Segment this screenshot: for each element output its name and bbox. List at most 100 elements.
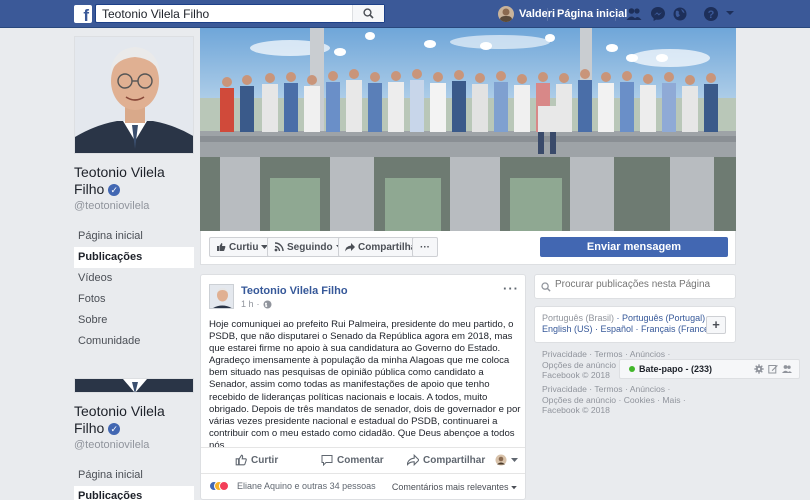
footer-line[interactable]: Opções de anúncio · Cookies · Mais · <box>542 395 742 406</box>
friend-requests-icon[interactable] <box>626 6 642 22</box>
verified-badge-icon: ✓ <box>108 184 121 197</box>
chevron-down-icon <box>511 457 518 462</box>
profile-picture[interactable] <box>74 378 194 393</box>
liked-label: Curtiu <box>229 241 259 253</box>
globe-icon <box>263 300 272 308</box>
post-author-avatar[interactable] <box>209 284 234 309</box>
nav-item-photos[interactable]: Fotos <box>74 289 194 310</box>
chat-bar[interactable]: Bate-papo - (233) <box>619 359 800 379</box>
notifications-globe-icon[interactable] <box>672 6 688 22</box>
page-post-search-input[interactable] <box>555 279 730 290</box>
nav-item-community[interactable]: Comunidade <box>74 331 194 352</box>
comments-sort-dropdown[interactable]: Comentários mais relevantes <box>392 482 517 492</box>
page-handle[interactable]: @teotoniovilela <box>74 200 194 212</box>
chevron-down-icon <box>511 486 517 490</box>
online-status-icon <box>629 366 635 372</box>
post-timestamp[interactable]: 1 h <box>241 299 254 309</box>
compose-icon[interactable] <box>768 364 778 374</box>
page-name-line2: Filho <box>74 420 105 436</box>
page-name[interactable]: Teotonio Vilela Filho ✓ <box>74 403 194 437</box>
divider <box>547 8 548 21</box>
comment-bubble-icon <box>321 455 333 466</box>
language-option[interactable]: Español <box>601 324 634 334</box>
like-button[interactable]: Curtir <box>235 454 278 466</box>
like-label: Curtir <box>251 454 279 466</box>
page-name-line1: Teotonio Vilela <box>74 164 165 180</box>
post-card: Teotonio Vilela Filho 1 h · ··· Hoje com… <box>200 274 526 500</box>
post-as-selector[interactable] <box>495 454 518 466</box>
group-chat-icon[interactable] <box>782 364 792 374</box>
dot-separator: · <box>256 299 260 309</box>
more-label: ··· <box>420 241 430 253</box>
comment-label: Comentar <box>337 454 384 466</box>
top-navigation-bar: f Valderi Página inicial ? <box>0 0 810 28</box>
search-icon <box>541 282 551 292</box>
thumbs-up-icon <box>217 243 226 251</box>
svg-text:?: ? <box>708 9 715 21</box>
help-icon[interactable]: ? <box>703 6 719 22</box>
footer-links: Privacidade · Termos · Anúncios · Opções… <box>542 384 742 416</box>
gear-icon[interactable] <box>754 364 764 374</box>
verified-badge-icon: ✓ <box>108 423 121 436</box>
home-link[interactable]: Página inicial <box>557 8 627 20</box>
share-post-label: Compartilhar <box>423 454 486 466</box>
page-nav: Página inicial Publicações <box>74 465 194 500</box>
page-nav: Página inicial Publicações Vídeos Fotos … <box>74 226 194 352</box>
footer-line[interactable]: Privacidade · Termos · Anúncios · <box>542 384 742 395</box>
post-options-button[interactable]: ··· <box>503 281 519 296</box>
page-name-line2: Filho <box>74 181 105 197</box>
user-name: Valderi <box>519 8 556 20</box>
add-language-button[interactable]: + <box>706 316 726 334</box>
share-arrow-icon <box>345 243 355 252</box>
reaction-icons <box>209 481 229 491</box>
thumbs-up-icon <box>235 454 247 466</box>
global-search-input[interactable] <box>96 5 346 22</box>
global-search <box>95 4 385 23</box>
footer-copyright: Facebook © 2018 <box>542 405 610 415</box>
nav-item-about[interactable]: Sobre <box>74 310 194 331</box>
language-option[interactable]: Français (France) <box>641 324 712 334</box>
love-reaction-icon <box>219 481 229 491</box>
chat-online-count: (233) <box>691 364 713 374</box>
reactions-text: Eliane Aquino e outras 34 pessoas <box>237 481 376 491</box>
nav-item-home[interactable]: Página inicial <box>74 226 194 247</box>
divider <box>615 8 616 21</box>
footer-line[interactable]: Privacidade · Termos · Anúncios · <box>542 349 742 360</box>
share-arrow-icon <box>407 454 419 466</box>
page-name[interactable]: Teotonio Vilela Filho ✓ <box>74 164 194 198</box>
chat-label: Bate-papo - (233) <box>639 364 713 374</box>
language-option[interactable]: English (US) <box>542 324 593 334</box>
liked-button[interactable]: Curtiu <box>209 237 276 257</box>
language-selector: Português (Brasil) · Português (Portugal… <box>534 306 736 343</box>
current-language: Português (Brasil) <box>542 313 615 323</box>
page-handle[interactable]: @teotoniovilela <box>74 439 194 451</box>
following-label: Seguindo <box>287 241 333 253</box>
page-actions-bar: Curtiu Seguindo Compartilhar ··· Enviar … <box>200 231 736 265</box>
facebook-logo-icon[interactable]: f <box>74 5 92 23</box>
cover-photo[interactable] <box>200 28 736 231</box>
messenger-icon[interactable] <box>650 6 666 22</box>
page-avatar-icon <box>495 454 507 466</box>
nav-item-posts[interactable]: Publicações <box>74 486 194 500</box>
nav-item-home[interactable]: Página inicial <box>74 465 194 486</box>
chat-title: Bate-papo <box>639 364 684 374</box>
post-action-bar: Curtir Comentar Compartilhar <box>201 447 525 474</box>
rss-follow-icon <box>274 242 284 252</box>
post-body: Hoje comuniquei ao prefeito Rui Palmeira… <box>209 319 521 451</box>
more-options-button[interactable]: ··· <box>412 237 438 257</box>
reactions-summary[interactable]: Eliane Aquino e outras 34 pessoas <box>209 481 376 491</box>
page-post-search <box>534 274 736 299</box>
send-message-button[interactable]: Enviar mensagem <box>540 237 728 257</box>
nav-item-posts[interactable]: Publicações <box>74 247 194 268</box>
user-avatar <box>498 6 514 22</box>
page-sidebar-sticky: Teotonio Vilela Filho ✓ @teotoniovilela … <box>74 378 194 500</box>
page-name-line1: Teotonio Vilela <box>74 403 165 419</box>
profile-picture[interactable] <box>74 36 194 154</box>
nav-item-videos[interactable]: Vídeos <box>74 268 194 289</box>
account-menu-icon[interactable] <box>725 8 735 18</box>
share-button[interactable]: Compartilhar <box>407 454 485 466</box>
post-author-name[interactable]: Teotonio Vilela Filho <box>241 285 348 297</box>
language-option[interactable]: Português (Portugal) <box>622 313 705 323</box>
search-button[interactable] <box>352 5 384 22</box>
comment-button[interactable]: Comentar <box>321 454 384 466</box>
